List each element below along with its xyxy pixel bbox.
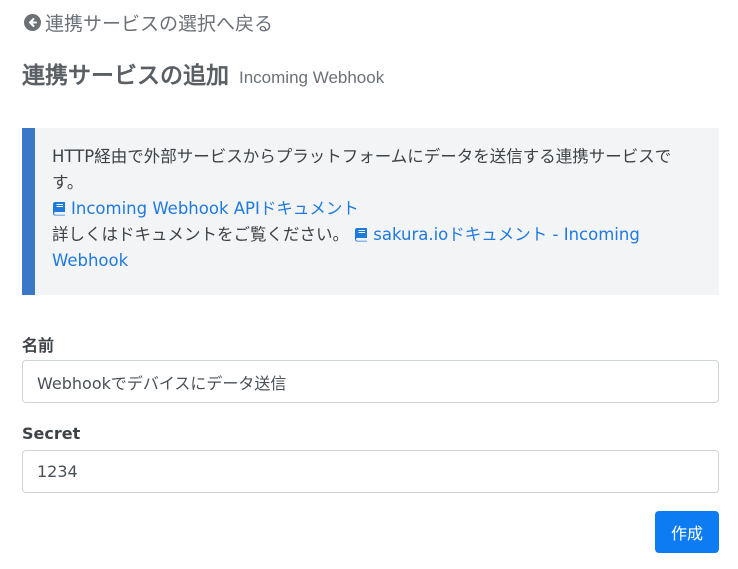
page-title: 連携サービスの追加 Incoming Webhook [22, 56, 384, 90]
page-subtitle: Incoming Webhook [239, 68, 385, 87]
name-input[interactable] [22, 360, 719, 403]
back-link-label: 連携サービスの選択へ戻る [45, 12, 274, 35]
detail-paragraph: 詳しくはドキュメントをご覧ください。 sakura.ioドキュメント - Inc… [52, 222, 699, 274]
back-to-service-selection-link[interactable]: 連携サービスの選択へ戻る [24, 9, 273, 35]
api-doc-link[interactable]: Incoming Webhook APIドキュメント [52, 199, 359, 218]
arrow-circle-left-icon [24, 13, 41, 31]
detail-text: 詳しくはドキュメントをご覧ください。 [52, 225, 349, 244]
secret-label: Secret [22, 424, 81, 443]
book-icon [355, 228, 368, 242]
page-title-text: 連携サービスの追加 [22, 63, 229, 89]
service-description: HTTP経由で外部サービスからプラットフォームにデータを送信する連携サービスです… [52, 147, 672, 192]
name-label: 名前 [22, 336, 55, 355]
secret-input[interactable] [22, 450, 719, 493]
service-info-box: HTTP経由で外部サービスからプラットフォームにデータを送信する連携サービスです… [22, 128, 719, 295]
create-button[interactable]: 作成 [655, 511, 719, 553]
api-doc-link-label: Incoming Webhook APIドキュメント [71, 199, 359, 218]
book-icon [53, 202, 65, 216]
